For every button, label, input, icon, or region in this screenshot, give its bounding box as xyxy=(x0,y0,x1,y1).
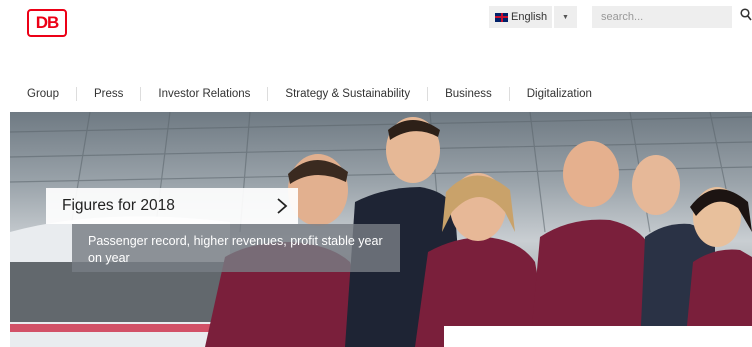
nav-item-group[interactable]: Group xyxy=(0,87,77,101)
search-input[interactable] xyxy=(592,6,732,28)
teaser-title-card[interactable]: Figures for 2018 xyxy=(46,188,298,224)
uk-flag-icon xyxy=(495,12,508,22)
language-button[interactable]: English xyxy=(489,6,552,28)
teaser-title: Figures for 2018 xyxy=(62,197,175,214)
nav-item-strategy-sustainability[interactable]: Strategy & Sustainability xyxy=(268,87,429,101)
main-nav: Group Press Investor Relations Strategy … xyxy=(0,78,752,110)
db-logo[interactable]: DB xyxy=(27,9,67,37)
search-icon[interactable] xyxy=(740,8,752,22)
nav-item-business[interactable]: Business xyxy=(428,87,510,101)
language-label: English xyxy=(511,11,548,23)
chevron-right-icon[interactable] xyxy=(276,197,288,215)
nav-item-digitalization[interactable]: Digitalization xyxy=(510,87,609,101)
header: DB English ▼ xyxy=(0,0,752,75)
content-panel xyxy=(444,326,752,347)
hero-banner[interactable]: Figures for 2018 Passenger record, highe… xyxy=(10,112,752,347)
teaser-subtitle: Passenger record, higher revenues, profi… xyxy=(72,224,400,272)
chevron-down-icon[interactable]: ▼ xyxy=(554,6,577,28)
language-selector[interactable]: English ▼ xyxy=(489,6,577,28)
nav-item-investor-relations[interactable]: Investor Relations xyxy=(141,87,269,101)
nav-item-press[interactable]: Press xyxy=(77,87,142,101)
